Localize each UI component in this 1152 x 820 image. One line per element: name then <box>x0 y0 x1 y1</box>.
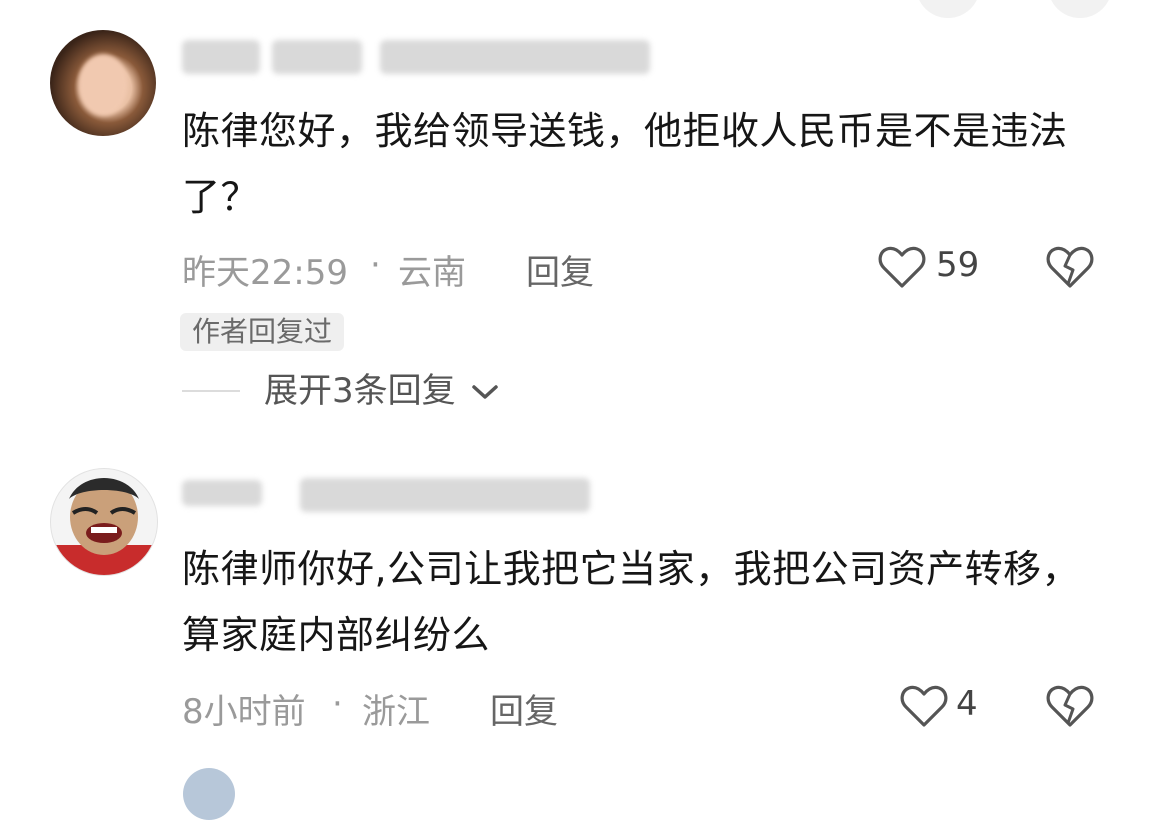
avatar[interactable] <box>183 768 235 820</box>
comment-time: 8小时前 <box>182 692 306 732</box>
avatar-cartoon-face-icon <box>51 478 157 575</box>
heart-outline-icon <box>900 685 948 727</box>
top-action-button-1[interactable] <box>916 0 980 18</box>
like-button[interactable] <box>878 244 926 290</box>
expand-replies-label: 展开3条回复 <box>264 371 456 411</box>
comment-text: 陈律您好，我给领导送钱，他拒收人民币是不是违法了？ <box>182 109 1068 219</box>
like-count: 59 <box>936 245 980 285</box>
username-blurred <box>272 40 362 74</box>
comment-location: 云南 <box>398 253 466 293</box>
broken-heart-icon <box>1046 685 1094 727</box>
broken-heart-icon <box>1046 246 1094 288</box>
avatar[interactable] <box>50 30 156 136</box>
username-blurred <box>300 478 590 512</box>
comment-time: 昨天22:59 <box>182 253 348 293</box>
avatar-face-blur <box>78 54 128 116</box>
username-blurred <box>380 40 650 74</box>
username-blurred[interactable] <box>182 480 262 506</box>
reply-button[interactable]: 回复 <box>526 245 594 294</box>
dislike-button[interactable] <box>1046 683 1094 729</box>
like-button[interactable] <box>900 683 948 729</box>
like-count: 4 <box>956 684 978 724</box>
comment-location: 浙江 <box>362 692 430 732</box>
avatar[interactable] <box>50 468 158 576</box>
author-replied-badge: 作者回复过 <box>180 313 345 351</box>
top-action-button-2[interactable] <box>1048 0 1112 18</box>
reply-button[interactable]: 回复 <box>490 684 558 733</box>
dislike-button[interactable] <box>1046 244 1094 290</box>
expand-replies-button[interactable]: 展开3条回复 <box>264 368 500 414</box>
chevron-down-icon <box>472 385 499 399</box>
username-blurred[interactable] <box>182 40 260 74</box>
meta-separator: · <box>332 684 343 724</box>
heart-outline-icon <box>878 246 926 288</box>
divider-line <box>182 390 240 392</box>
meta-separator: · <box>370 245 381 285</box>
comment-text: 陈律师你好,公司让我把它当家，我把公司资产转移，算家庭内部纠纷么 <box>182 547 1081 657</box>
